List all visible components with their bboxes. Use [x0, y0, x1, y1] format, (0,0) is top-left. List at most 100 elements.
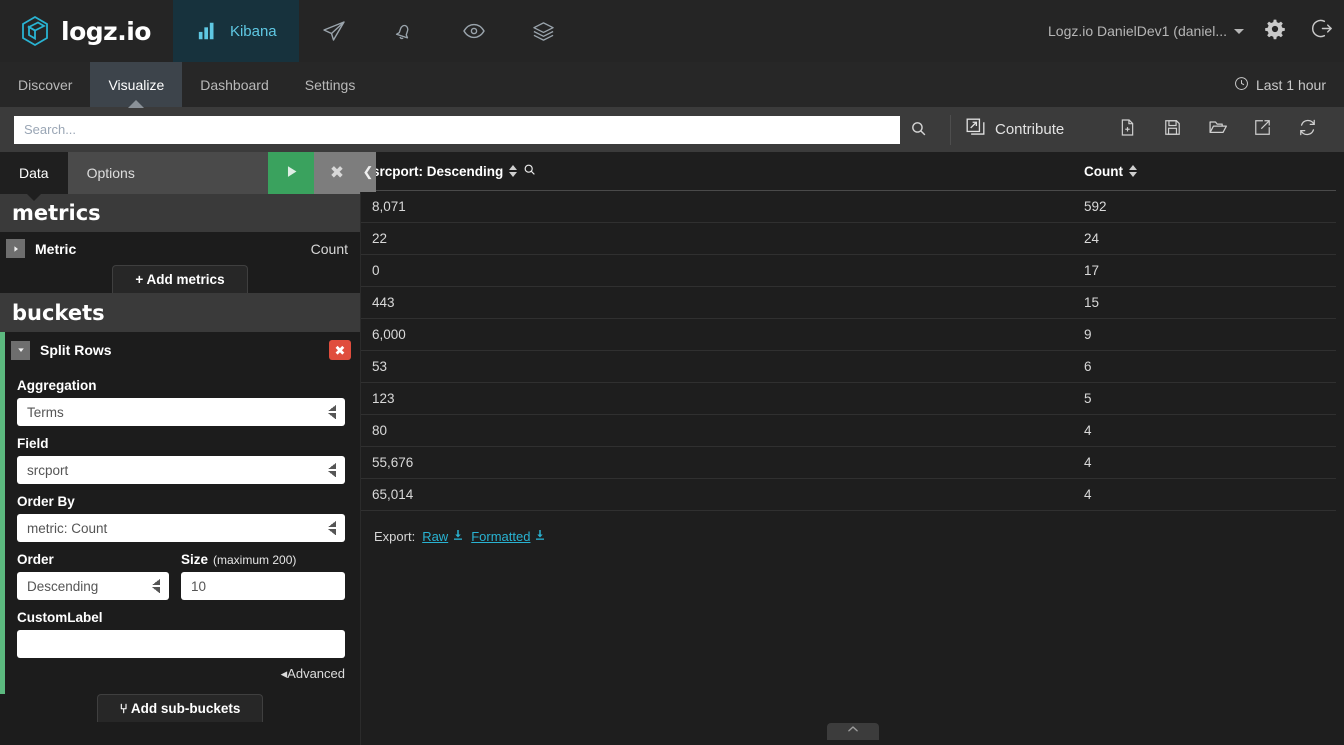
editor-scroll-area[interactable]: metrics Metric Count + Add metrics bucke…	[0, 194, 360, 745]
cell-count: 592	[1073, 190, 1336, 223]
field-select-wrap	[17, 456, 345, 484]
cell-srcport: 22	[361, 222, 1073, 255]
add-metrics-button[interactable]: + Add metrics	[112, 265, 248, 293]
brand-logo-link[interactable]: logz.io	[0, 0, 173, 62]
size-column: Size (maximum 200)	[181, 542, 345, 600]
triangle-right-icon[interactable]	[6, 239, 25, 258]
cell-count: 9	[1073, 318, 1336, 351]
discard-changes-button[interactable]: ✖	[314, 152, 360, 194]
column-header-label: Count	[1084, 163, 1123, 179]
time-range-label: Last 1 hour	[1255, 76, 1326, 93]
search-input[interactable]	[14, 115, 900, 144]
open-visualization-button[interactable]	[1195, 117, 1240, 142]
cell-srcport: 0	[361, 254, 1073, 287]
column-header-count[interactable]: Count	[1073, 152, 1336, 191]
cell-srcport: 80	[361, 414, 1073, 447]
size-input[interactable]	[181, 572, 345, 600]
editor-tab-options[interactable]: Options	[68, 152, 154, 194]
save-visualization-button[interactable]	[1150, 118, 1195, 142]
order-label: Order	[17, 552, 54, 567]
sort-updown-icon[interactable]	[1128, 165, 1137, 177]
metric-row-value: Count	[310, 240, 348, 257]
order-by-select[interactable]	[17, 514, 345, 542]
visualization-editor-panel: Data Options ✖ ❮ metrics Metric Count + …	[0, 152, 376, 745]
aggregation-select-wrap	[17, 398, 345, 426]
cell-srcport: 123	[361, 382, 1073, 415]
column-header-label: srcport: Descending	[372, 163, 504, 179]
new-visualization-button[interactable]	[1105, 118, 1150, 142]
floppy-save-icon	[1163, 118, 1182, 142]
table-row[interactable]: 22 24	[361, 222, 1336, 255]
bucket-split-rows-panel: Split Rows ✖ Aggregation Field	[0, 332, 360, 694]
nav-item-notifications[interactable]	[369, 0, 439, 62]
settings-button[interactable]	[1252, 0, 1298, 62]
logout-icon	[1310, 17, 1333, 45]
cell-count: 4	[1073, 414, 1336, 447]
tab-dashboard[interactable]: Dashboard	[182, 62, 287, 107]
export-formatted-link[interactable]: Formatted	[471, 529, 546, 544]
close-x-icon: ✖	[329, 163, 345, 182]
order-select-wrap	[17, 572, 169, 600]
refresh-visualization-button[interactable]	[1285, 118, 1330, 142]
cell-srcport: 6,000	[361, 318, 1073, 351]
share-visualization-button[interactable]	[1240, 118, 1285, 142]
bell-icon	[391, 18, 417, 44]
tab-visualize[interactable]: Visualize	[90, 62, 183, 107]
table-row[interactable]: 65,014 4	[361, 478, 1336, 511]
kibana-app: logz.io Kibana Logz.io DanielDev1 (danie…	[0, 0, 1344, 745]
add-sub-buckets-row: ⑂ Add sub-buckets	[0, 694, 360, 722]
export-label: Export:	[374, 529, 416, 544]
advanced-toggle[interactable]: ◂Advanced	[5, 658, 360, 688]
metric-row[interactable]: Metric Count	[0, 232, 360, 265]
sort-updown-icon[interactable]	[509, 165, 518, 177]
refresh-icon	[1298, 118, 1317, 142]
nav-item-alerts-send[interactable]	[299, 0, 369, 62]
aggregation-label: Aggregation	[17, 378, 97, 393]
apply-changes-button[interactable]	[268, 152, 314, 194]
search-submit-button[interactable]	[900, 115, 936, 144]
editor-tab-data[interactable]: Data	[0, 152, 68, 194]
cell-count: 5	[1073, 382, 1336, 415]
custom-label-input[interactable]	[17, 630, 345, 658]
export-raw-link[interactable]: Raw	[422, 529, 464, 544]
field-select[interactable]	[17, 456, 345, 484]
tabs-spacer	[373, 62, 1216, 107]
table-row[interactable]: 80 4	[361, 414, 1336, 447]
gear-icon	[1264, 18, 1286, 45]
collapse-editor-button[interactable]: ❮	[360, 152, 376, 192]
contribute-button[interactable]: Contribute	[965, 117, 1064, 142]
spy-panel-toggle[interactable]	[826, 723, 879, 740]
export-raw-label: Raw	[422, 529, 449, 544]
table-row[interactable]: 8,071 592	[361, 190, 1336, 223]
table-row[interactable]: 53 6	[361, 350, 1336, 383]
nav-item-monitor[interactable]	[439, 0, 509, 62]
search-icon[interactable]	[523, 163, 536, 179]
table-row[interactable]: 6,000 9	[361, 318, 1336, 351]
download-icon	[534, 529, 546, 544]
column-header-srcport[interactable]: srcport: Descending	[361, 152, 1073, 191]
nav-item-layers[interactable]	[509, 0, 579, 62]
triangle-down-icon[interactable]	[11, 340, 30, 360]
table-row[interactable]: 0 17	[361, 254, 1336, 287]
bucket-label: Split Rows	[40, 342, 112, 358]
tab-label: Dashboard	[200, 76, 269, 93]
add-sub-buckets-button[interactable]: ⑂ Add sub-buckets	[96, 694, 264, 722]
tab-discover[interactable]: Discover	[0, 62, 90, 107]
table-row[interactable]: 123 5	[361, 382, 1336, 415]
logout-button[interactable]	[1298, 0, 1344, 62]
tab-settings[interactable]: Settings	[287, 62, 374, 107]
order-select[interactable]	[17, 572, 169, 600]
chevron-left-icon: ❮	[362, 164, 374, 179]
aggregation-select[interactable]	[17, 398, 345, 426]
remove-bucket-button[interactable]: ✖	[329, 340, 351, 360]
toolbar-divider	[950, 114, 951, 145]
nav-item-kibana[interactable]: Kibana	[172, 0, 299, 62]
top-navigation-bar: logz.io Kibana Logz.io DanielDev1 (danie…	[0, 0, 1344, 62]
table-row[interactable]: 443 15	[361, 286, 1336, 319]
table-row[interactable]: 55,676 4	[361, 446, 1336, 479]
time-range-picker[interactable]: Last 1 hour	[1216, 62, 1344, 107]
data-table-head: srcport: Descending Count	[361, 152, 1336, 191]
buckets-section-title: buckets	[0, 294, 360, 332]
clock-icon	[1234, 76, 1249, 94]
user-account-menu[interactable]: Logz.io DanielDev1 (daniel...	[1040, 0, 1252, 62]
